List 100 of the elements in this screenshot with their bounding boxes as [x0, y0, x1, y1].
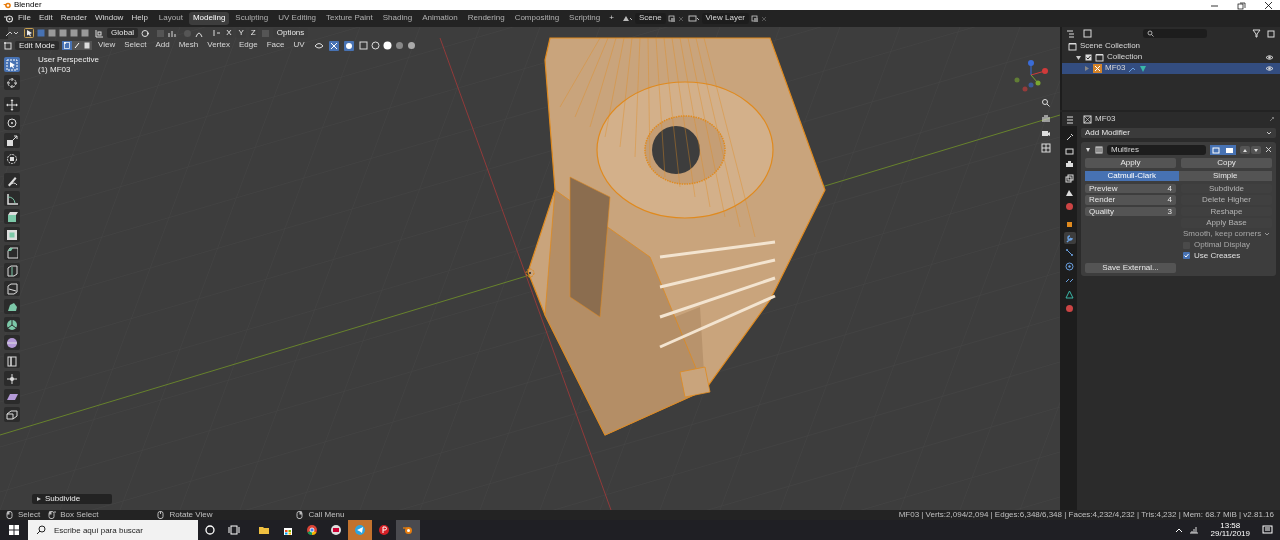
output-tab[interactable]: [1063, 158, 1076, 170]
clock[interactable]: 13:58 29/11/2019: [1204, 521, 1256, 539]
outliner-row[interactable]: Scene Collection: [1062, 41, 1280, 52]
material-tab[interactable]: [1063, 302, 1076, 314]
pencil-tool-button[interactable]: [4, 173, 20, 188]
shrink-tool-button[interactable]: [4, 371, 20, 386]
menu-item[interactable]: Mesh: [175, 40, 202, 51]
save-external-button[interactable]: Save External...: [1085, 263, 1176, 273]
vertex-select-button[interactable]: [62, 41, 73, 50]
menu-item[interactable]: Window: [91, 13, 127, 24]
filter-icon[interactable]: [1252, 28, 1264, 38]
workspace-tab[interactable]: Rendering: [463, 12, 509, 25]
camera-icon[interactable]: [1041, 128, 1051, 138]
face-select-button[interactable]: [82, 41, 93, 50]
transform-tool-button[interactable]: [4, 151, 20, 166]
select-tool-icon[interactable]: [24, 28, 34, 38]
add-workspace-button[interactable]: +: [606, 13, 617, 24]
move-tool-button[interactable]: [4, 97, 20, 112]
modifier-name-field[interactable]: Multires: [1107, 144, 1206, 156]
eye-icon[interactable]: [1265, 65, 1274, 72]
blender-logo-icon[interactable]: [4, 14, 13, 23]
menu-item[interactable]: Edit: [35, 13, 56, 24]
view-layer-field[interactable]: View Layer: [701, 13, 749, 24]
orientation-icon[interactable]: [95, 28, 104, 38]
loop-cut-tool-button[interactable]: [4, 263, 20, 278]
copy-icon[interactable]: [751, 14, 759, 23]
network-icon[interactable]: [1188, 526, 1199, 534]
edge-slide-tool-button[interactable]: [4, 353, 20, 368]
edit-mode-toggle[interactable]: [1210, 145, 1223, 155]
scale-tool-button[interactable]: [4, 133, 20, 148]
copy-button[interactable]: Copy: [1181, 158, 1272, 168]
axis-toggle[interactable]: Z: [248, 28, 258, 38]
new-collection-icon[interactable]: [1267, 28, 1276, 38]
blender-logo-taskbar-button[interactable]: [396, 520, 420, 540]
poly-build-tool-button[interactable]: [4, 299, 20, 314]
axis-toggle[interactable]: Y: [236, 28, 246, 38]
collapse-arrow-icon[interactable]: [1085, 147, 1091, 153]
menu-item[interactable]: File: [15, 13, 34, 24]
xray-icon[interactable]: [358, 41, 368, 50]
workspace-tab[interactable]: Scripting: [565, 12, 605, 25]
overlay-toggle-icon[interactable]: [343, 40, 356, 51]
apply-button[interactable]: Apply: [1085, 158, 1176, 168]
world-tab[interactable]: [1063, 200, 1076, 212]
scene-icon[interactable]: [620, 14, 633, 23]
gizmo-toggle-icon[interactable]: [328, 40, 341, 51]
workspace-tab[interactable]: Animation: [418, 12, 462, 25]
axis-toggle[interactable]: X: [224, 28, 234, 38]
rendered-shading-icon[interactable]: [406, 41, 416, 50]
level-field[interactable]: Preview 4: [1085, 183, 1176, 194]
ruler-tool-button[interactable]: [4, 191, 20, 206]
last-operator-panel[interactable]: Subdivide: [32, 494, 112, 504]
rip-tool-button[interactable]: [4, 407, 20, 422]
menu-item[interactable]: View: [95, 40, 119, 51]
bevel-tool-button[interactable]: [4, 245, 20, 260]
move-up-button[interactable]: [1240, 146, 1250, 154]
outliner-search-field[interactable]: [1142, 28, 1207, 38]
add-modifier-dropdown[interactable]: Add Modifier: [1081, 128, 1276, 138]
solid-shading-icon[interactable]: [382, 41, 392, 50]
workspace-tab[interactable]: Layout: [154, 12, 187, 25]
edit-mode-icon[interactable]: [4, 41, 12, 50]
wireframe-shading-icon[interactable]: [370, 41, 380, 50]
copy-icon[interactable]: [667, 14, 676, 23]
inset-tool-button[interactable]: [4, 227, 20, 242]
menu-item[interactable]: Render: [57, 13, 90, 24]
extrude-tool-button[interactable]: [4, 209, 20, 224]
shear-tool-button[interactable]: [4, 389, 20, 404]
menu-item[interactable]: Face: [263, 40, 288, 51]
cursor-tool-button[interactable]: [4, 75, 20, 90]
workspace-tab[interactable]: Texture Paint: [322, 12, 377, 25]
outliner-row[interactable]: MF03: [1062, 63, 1280, 74]
visibility-icon[interactable]: [313, 41, 326, 50]
spin-tool-button[interactable]: [4, 317, 20, 332]
viewport-toggle[interactable]: [1223, 145, 1236, 155]
data-tab[interactable]: [1063, 288, 1076, 300]
outliner-row[interactable]: Collection: [1062, 52, 1280, 63]
menu-item[interactable]: Add: [152, 40, 173, 51]
pin-icon[interactable]: [1268, 115, 1276, 123]
chevron-up-icon[interactable]: [1174, 527, 1183, 533]
orientation-dropdown[interactable]: Global: [107, 28, 139, 38]
scene-field[interactable]: Scene: [634, 13, 666, 24]
menu-item[interactable]: Edge: [235, 40, 261, 51]
mode-dropdown[interactable]: Edit Mode: [15, 40, 60, 51]
menu-item[interactable]: Help: [128, 13, 151, 24]
view-layer-icon[interactable]: [687, 14, 700, 23]
smooth-tool-button[interactable]: [4, 335, 20, 350]
view-layer-tab[interactable]: [1063, 172, 1076, 184]
zoom-icon[interactable]: [1041, 98, 1051, 108]
subdivision-type-option[interactable]: Simple: [1178, 171, 1272, 181]
menu-item[interactable]: Select: [121, 40, 150, 51]
modifier-tab[interactable]: [1063, 232, 1076, 244]
edge-select-button[interactable]: [72, 41, 83, 50]
rotate-tool-button[interactable]: [4, 115, 20, 130]
move-down-button[interactable]: [1251, 146, 1261, 154]
menu-item[interactable]: Vertex: [204, 40, 233, 51]
physics-tab[interactable]: [1063, 260, 1076, 272]
workspace-tab[interactable]: Sculpting: [231, 12, 273, 25]
grid-icon[interactable]: [1041, 143, 1051, 153]
menu-item[interactable]: UV: [290, 40, 308, 51]
knife-tool-button[interactable]: [4, 281, 20, 296]
subdivision-type-option[interactable]: Catmull-Clark: [1085, 171, 1179, 181]
